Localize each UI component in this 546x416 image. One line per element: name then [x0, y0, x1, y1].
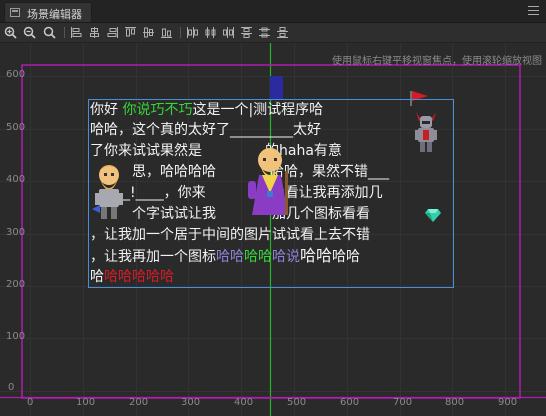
distribute-center-h-icon[interactable] — [204, 26, 217, 39]
zoom-reset-icon[interactable] — [43, 26, 56, 39]
x-tick: 200 — [129, 397, 149, 408]
distribute-middle-v-icon[interactable] — [258, 26, 271, 39]
y-tick: 500 — [6, 122, 26, 133]
richtext-line-5: __!____，你来 看看让我再添加几 — [116, 185, 383, 201]
menu-icon[interactable] — [528, 6, 539, 15]
richtext-line-1: 你好 你说巧不巧这是一个|测试程序哈 — [90, 102, 324, 118]
richtext-line-3: 了你来试试果然是 的haha有意 — [90, 143, 342, 159]
selected-node-handle[interactable] — [270, 76, 283, 99]
x-tick: 600 — [340, 397, 360, 408]
scene-icon — [10, 8, 20, 17]
tab-scene-editor[interactable]: 场景编辑器 — [4, 2, 92, 22]
y-tick: 400 — [6, 174, 26, 185]
viewport-hint: 使用鼠标右键平移视窗焦点，使用滚轮缩放视图 — [332, 56, 542, 67]
align-top-icon[interactable] — [124, 26, 137, 39]
scene-toolbar — [0, 23, 546, 43]
x-tick: 0 — [27, 397, 34, 408]
x-tick: 500 — [287, 397, 307, 408]
align-bottom-icon[interactable] — [160, 26, 173, 39]
y-tick: 600 — [6, 69, 26, 80]
x-tick: 400 — [234, 397, 254, 408]
y-tick: 200 — [6, 279, 26, 290]
knight-sprite-icon — [412, 108, 440, 160]
y-tick: 300 — [6, 227, 26, 238]
richtext-line-2: 哈哈，这个真的太好了_________太好 — [90, 122, 321, 138]
richtext-line-4: 思，哈哈哈哈 哈哈，果然不错___ — [132, 164, 389, 180]
align-right-icon[interactable] — [106, 26, 119, 39]
dwarf-warrior-sprite-icon — [92, 163, 126, 227]
wizard-sprite-icon — [247, 145, 293, 225]
distribute-bottom-icon[interactable] — [276, 26, 289, 39]
richtext-line-9: 哈哈哈哈哈哈 — [90, 269, 174, 285]
scene-viewport[interactable]: 使用鼠标右键平移视窗焦点，使用滚轮缩放视图 600 500 400 300 20… — [0, 43, 546, 416]
y-tick: 0 — [8, 382, 15, 393]
align-left-icon[interactable] — [70, 26, 83, 39]
x-tick: 100 — [76, 397, 96, 408]
tab-label: 场景编辑器 — [27, 8, 82, 21]
diamond-gem-icon — [425, 207, 441, 226]
richtext-line-7: ，让我加一个居于中间的图片试试看上去不错 — [90, 227, 370, 243]
x-tick: 700 — [393, 397, 413, 408]
zoom-out-icon[interactable] — [23, 26, 36, 39]
align-center-h-icon[interactable] — [88, 26, 101, 39]
x-tick: 900 — [498, 397, 518, 408]
distribute-left-icon[interactable] — [186, 26, 199, 39]
zoom-in-icon[interactable] — [4, 26, 17, 39]
x-tick: 300 — [181, 397, 201, 408]
distribute-right-icon[interactable] — [222, 26, 235, 39]
align-middle-v-icon[interactable] — [142, 26, 155, 39]
distribute-top-icon[interactable] — [240, 26, 253, 39]
x-tick: 800 — [445, 397, 465, 408]
richtext-line-8: ，让我再加一个图标哈哈哈哈哈说哈哈哈哈 — [90, 246, 361, 266]
richtext-line-6: 个字试试让我 加几个图标看看 — [132, 206, 370, 222]
y-tick: 100 — [6, 331, 26, 342]
panel-titlebar: 场景编辑器 — [0, 0, 546, 23]
